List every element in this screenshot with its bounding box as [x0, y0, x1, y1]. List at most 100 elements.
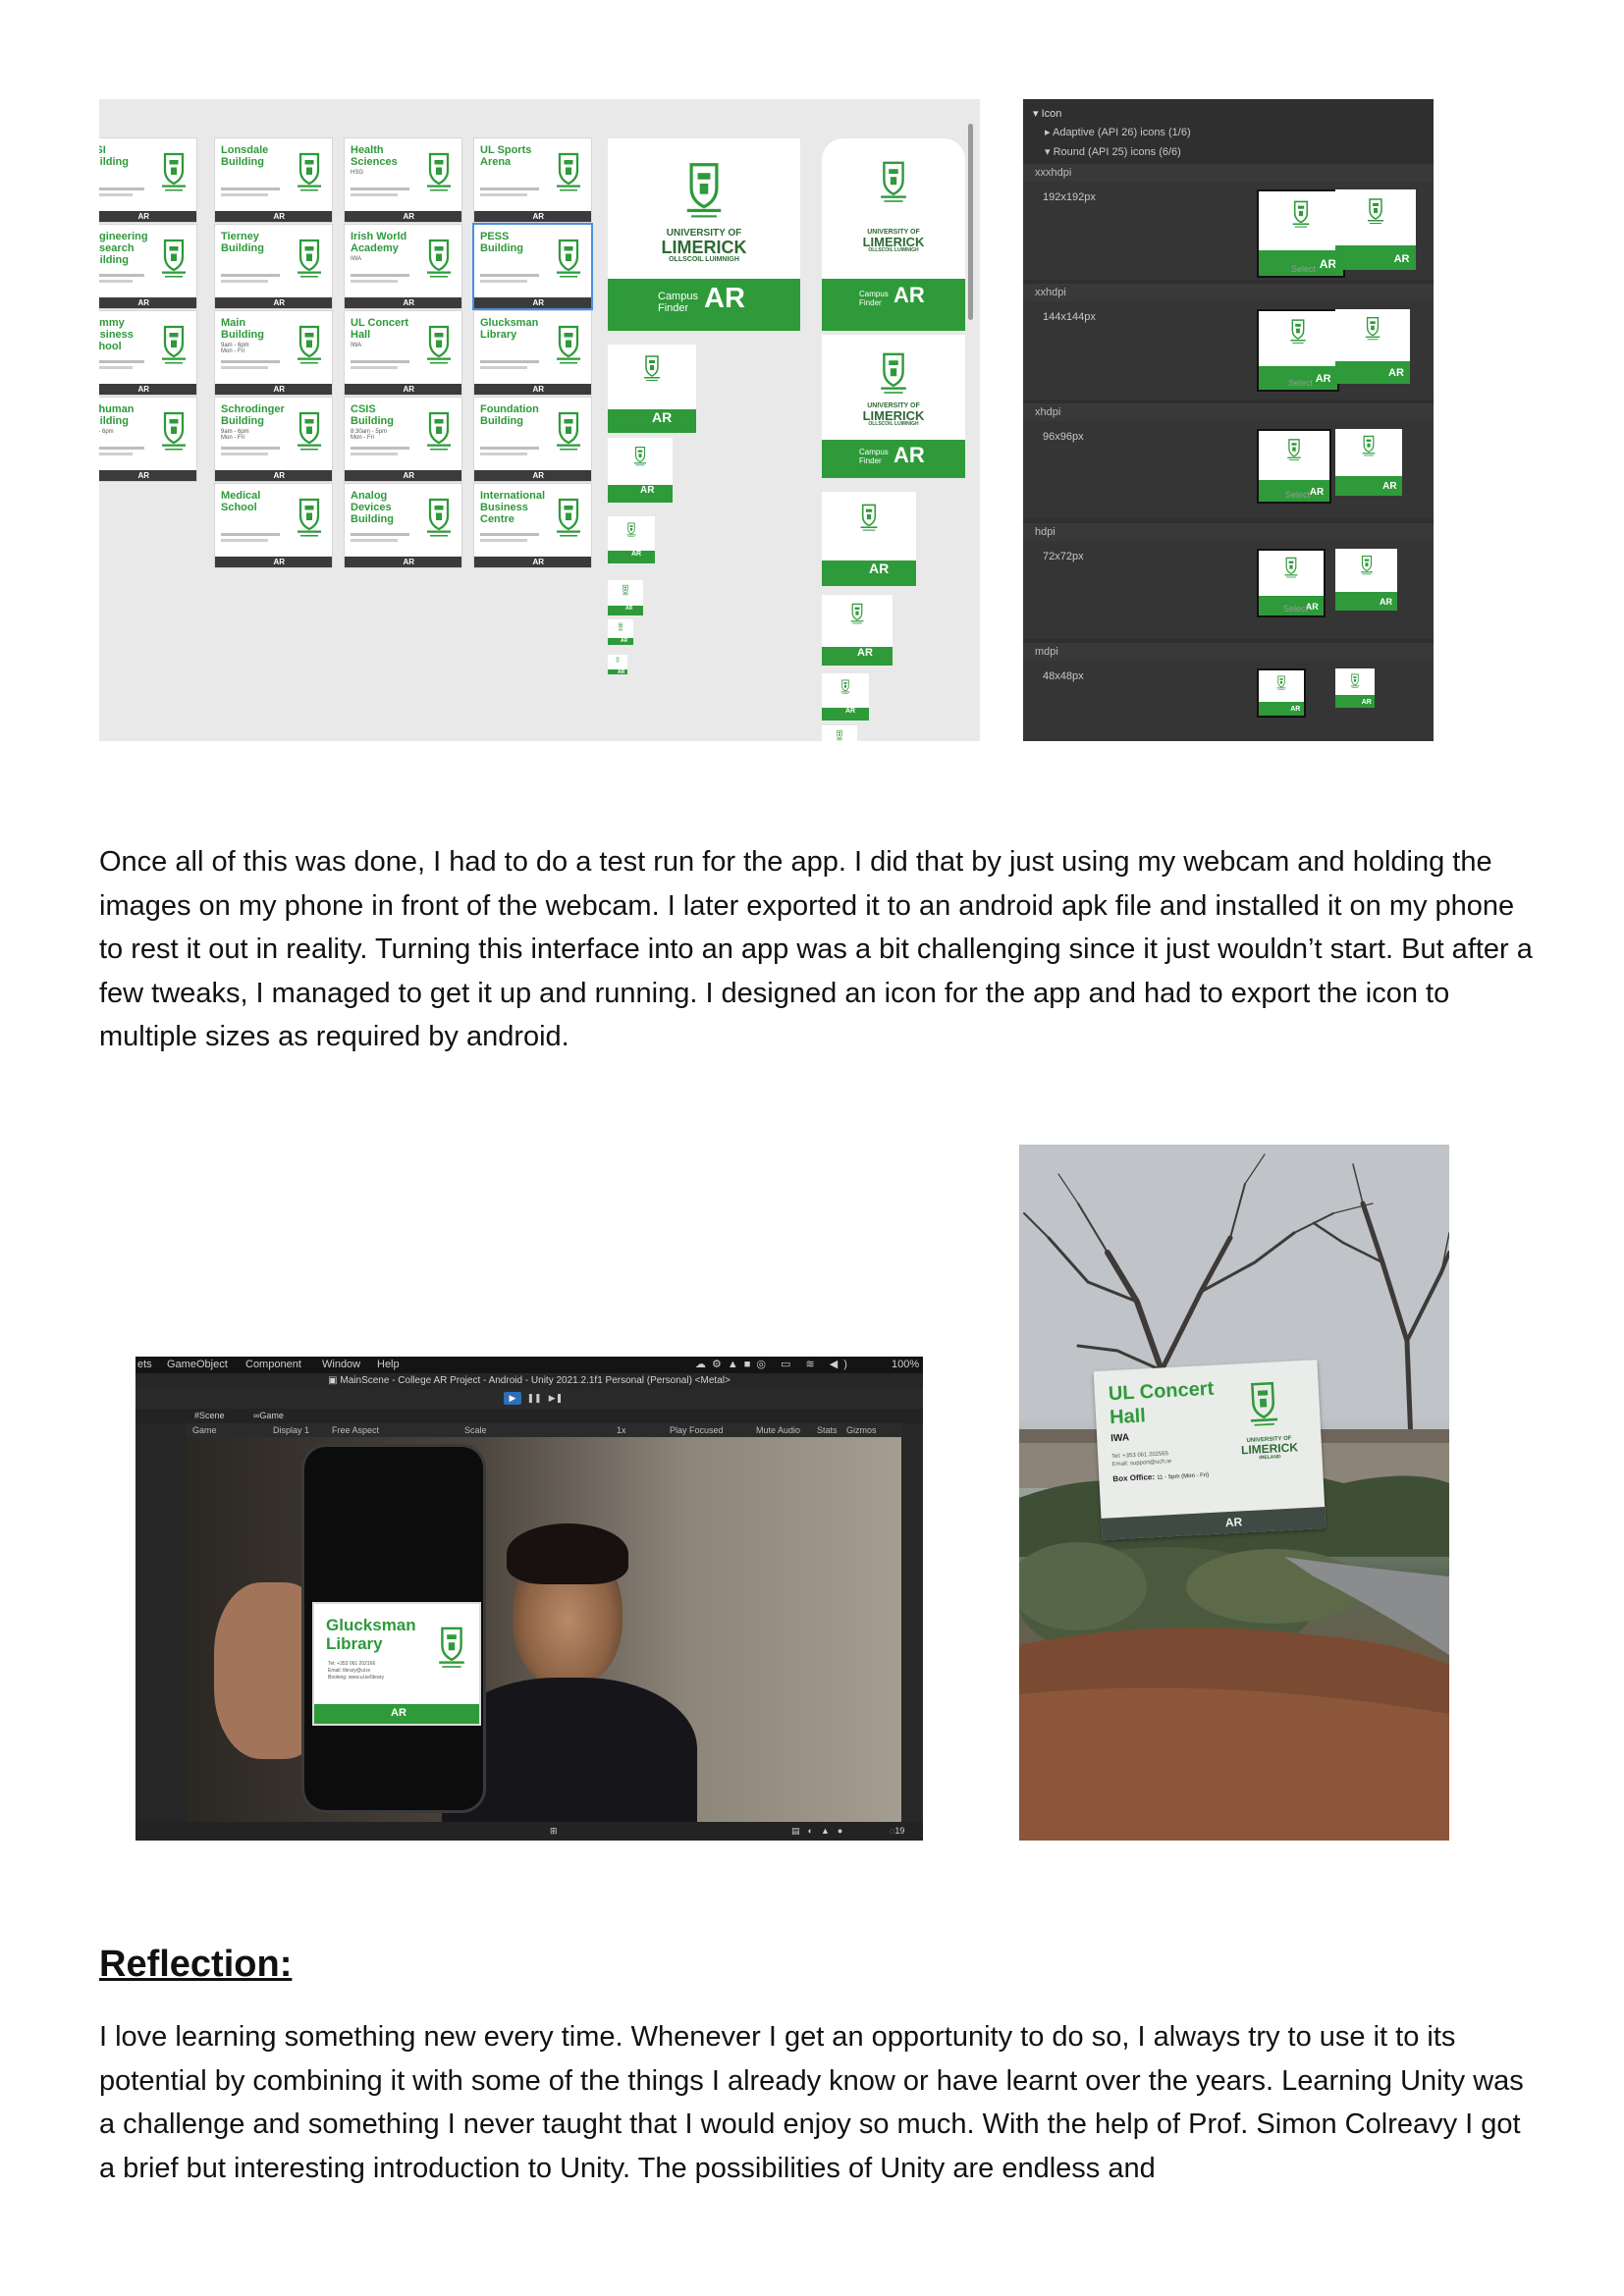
- card-bar-ar: AR: [273, 298, 286, 307]
- building-card: Medical School AR: [215, 484, 332, 567]
- icon-green-band: AR: [822, 708, 869, 721]
- slot-ar-label: AR: [1319, 256, 1337, 271]
- gizmos-dropdown[interactable]: Gizmos: [846, 1423, 877, 1437]
- icon-slot[interactable]: AR: [1335, 309, 1410, 384]
- contact-line: [351, 193, 398, 196]
- document-icon: ▣: [328, 1375, 341, 1386]
- contact-line: [351, 539, 398, 542]
- icon-green-band: AR: [608, 409, 696, 433]
- icon-slot[interactable]: AR: [1259, 670, 1304, 716]
- ul-crest-icon: [554, 319, 583, 370]
- icon-size-label: 48x48px: [1043, 670, 1084, 682]
- app-icon: UNIVERSITY OF LIMERICK OLLSCOIL LUIMNIGH Ca…: [822, 335, 965, 478]
- building-card-subtitle: IWA: [351, 343, 362, 348]
- icon-green-band: Campus Finder AR: [822, 440, 965, 478]
- icon-slot[interactable]: AR: [1335, 549, 1397, 611]
- select-label[interactable]: Select: [1285, 490, 1310, 500]
- contact-line: [221, 360, 280, 363]
- menu-item-window[interactable]: Window: [322, 1357, 360, 1373]
- menu-item-gameobject[interactable]: GameObject: [167, 1357, 228, 1373]
- card-bar: AR: [345, 211, 461, 222]
- ul-crest-icon: [878, 158, 909, 205]
- ul-crest-icon: [859, 502, 880, 533]
- card-bar-ar: AR: [137, 385, 150, 394]
- ul-crest-icon: [633, 445, 648, 467]
- card-bar: AR: [215, 384, 332, 395]
- stats-toggle[interactable]: Stats: [817, 1423, 838, 1437]
- round-foldout[interactable]: ▾ Round (API 25) icons (6/6): [1045, 145, 1181, 158]
- card-bar-ar: AR: [403, 212, 415, 221]
- unity-icon-panel: ▾ Icon ▸ Adaptive (API 26) icons (1/6) ▾…: [1023, 99, 1434, 741]
- scrollbar[interactable]: [968, 124, 973, 320]
- app-icon: AR: [822, 725, 857, 741]
- ul-crest-icon: [626, 521, 637, 538]
- card-bar: AR: [215, 297, 332, 308]
- ul-crest-icon: [1359, 554, 1374, 576]
- game-dropdown[interactable]: Game: [192, 1423, 217, 1437]
- building-card: Irish World Academy IWA AR: [345, 225, 461, 308]
- building-card-title: Irish World Academy: [351, 231, 407, 254]
- ul-crest-icon: [295, 319, 324, 370]
- building-card: Main Building 9am - 6pm Mon - Fri AR: [215, 311, 332, 395]
- icon-green-band: Campus Finder AR: [822, 279, 965, 331]
- ul-crest-icon: [554, 233, 583, 284]
- menu-item-component[interactable]: Component: [245, 1357, 301, 1373]
- aspect-dropdown[interactable]: Free Aspect: [332, 1423, 379, 1437]
- app-icon: AR: [608, 619, 633, 645]
- icon-slot[interactable]: AR: [1335, 189, 1416, 270]
- menu-item[interactable]: ets: [137, 1357, 152, 1373]
- view-tabs: # Scene ∞ Game: [135, 1409, 923, 1423]
- ul-crest-icon: [424, 492, 454, 543]
- contact-line: [480, 533, 539, 536]
- icon-slot[interactable]: AR: [1335, 429, 1402, 496]
- icon-slot[interactable]: AR: [1335, 668, 1375, 708]
- play-focused-dropdown[interactable]: Play Focused: [670, 1423, 724, 1437]
- card-bar-ar: AR: [403, 471, 415, 480]
- select-label[interactable]: Select: [1288, 378, 1313, 388]
- contact-line: [351, 453, 398, 455]
- battery-level: 100%: [892, 1359, 920, 1370]
- adaptive-foldout[interactable]: ▸ Adaptive (API 26) icons (1/6): [1045, 126, 1191, 138]
- icon-ul-wordmark: UNIVERSITY OF LIMERICK OLLSCOIL LUIMNIGH: [862, 229, 925, 253]
- icon-green-band: AR: [822, 647, 893, 666]
- select-label[interactable]: Select: [1283, 604, 1308, 614]
- ar-card-contacts: Tel: +353 061 202565 Email: support@uch.…: [1111, 1451, 1172, 1468]
- building-card-title: Glucksman Library: [480, 317, 539, 341]
- ul-crest-icon: [295, 492, 324, 543]
- building-card-subtitle: 9am - 6pm Mon - Fri: [221, 343, 249, 354]
- card-bar: AR: [99, 384, 196, 395]
- ul-crest-icon: [159, 233, 189, 284]
- card-bar: AR: [215, 211, 332, 222]
- density-header-xxxhdpi: xxxhdpi: [1023, 164, 1434, 182]
- contact-line: [99, 187, 144, 190]
- app-icon: AR: [822, 595, 893, 666]
- contact-line: [221, 274, 280, 277]
- scroll-handle-icon[interactable]: ⊞: [550, 1822, 558, 1841]
- display-dropdown[interactable]: Display 1: [273, 1423, 309, 1437]
- density-header-mdpi: mdpi: [1023, 643, 1434, 661]
- play-icon[interactable]: ▶: [504, 1392, 521, 1405]
- contact-line: [221, 366, 268, 369]
- tab-game[interactable]: ∞ Game: [253, 1409, 284, 1423]
- menu-item-help[interactable]: Help: [377, 1357, 400, 1373]
- density-body: 72x72px AR Select AR: [1023, 541, 1434, 639]
- body-paragraph: Once all of this was done, I had to do a…: [99, 846, 1533, 1052]
- building-card: Lonsdale Building AR: [215, 138, 332, 222]
- ul-crest-icon: [554, 405, 583, 456]
- building-card: Engineering Research Building AR: [99, 225, 196, 308]
- ul-crest-icon: [1366, 196, 1385, 226]
- contact-line: [221, 539, 268, 542]
- card-bar-ar: AR: [273, 471, 286, 480]
- card-bar-ar: AR: [532, 385, 545, 394]
- tab-scene[interactable]: # Scene: [194, 1409, 225, 1423]
- step-icon[interactable]: ▶❚: [547, 1392, 565, 1405]
- pause-icon[interactable]: ❚❚: [525, 1392, 543, 1405]
- app-icon: AR: [822, 492, 916, 586]
- building-card: Schuman Building 9am - 6pm AR: [99, 398, 196, 481]
- card-bar-ar: AR: [532, 558, 545, 566]
- inspector-strip: [901, 1423, 923, 1841]
- mute-audio-toggle[interactable]: Mute Audio: [756, 1423, 800, 1437]
- select-label[interactable]: Select: [1291, 264, 1316, 274]
- ar-card-ul-logo: UNIVERSITY OF LIMERICK IRELAND: [1240, 1435, 1299, 1462]
- app-icon: AR: [608, 345, 696, 433]
